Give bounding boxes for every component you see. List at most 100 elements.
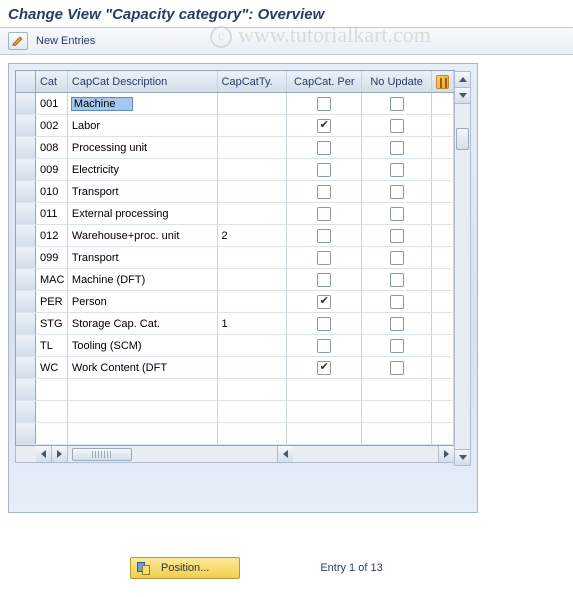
cell-cat[interactable]: STG	[36, 313, 68, 334]
vscroll-thumb[interactable]	[456, 128, 469, 150]
row-selector[interactable]	[16, 357, 36, 378]
cell-type[interactable]	[218, 269, 288, 290]
row-selector[interactable]	[16, 291, 36, 312]
person-checkbox[interactable]	[317, 295, 331, 309]
noupdate-checkbox[interactable]	[390, 361, 404, 375]
noupdate-checkbox[interactable]	[390, 97, 404, 111]
hscroll-left2-button[interactable]	[52, 446, 68, 462]
row-selector[interactable]	[16, 313, 36, 334]
table-row[interactable]: 009Electricity	[16, 159, 454, 181]
table-row[interactable]: 012Warehouse+proc. unit2	[16, 225, 454, 247]
table-row[interactable]: 002Labor	[16, 115, 454, 137]
person-checkbox[interactable]	[317, 229, 331, 243]
row-selector[interactable]	[16, 203, 36, 224]
cell-description[interactable]: Transport	[68, 247, 218, 268]
person-checkbox[interactable]	[317, 163, 331, 177]
table-row[interactable]: 010Transport	[16, 181, 454, 203]
new-entries-button[interactable]: New Entries	[36, 35, 95, 47]
cell-type[interactable]	[218, 115, 288, 136]
cell-description[interactable]: External processing	[68, 203, 218, 224]
cell-description[interactable]: Machine (DFT)	[68, 269, 218, 290]
row-selector[interactable]	[16, 269, 36, 290]
cell-type[interactable]	[218, 93, 288, 114]
cell-description[interactable]: Electricity	[68, 159, 218, 180]
row-selector[interactable]	[16, 159, 36, 180]
person-checkbox[interactable]	[317, 119, 331, 133]
row-selector[interactable]	[16, 247, 36, 268]
cell-cat[interactable]: MAC	[36, 269, 68, 290]
noupdate-checkbox[interactable]	[390, 251, 404, 265]
noupdate-checkbox[interactable]	[390, 317, 404, 331]
cell-cat[interactable]: WC	[36, 357, 68, 378]
cell-cat[interactable]: 012	[36, 225, 68, 246]
person-checkbox[interactable]	[317, 273, 331, 287]
cell-type[interactable]	[218, 291, 288, 312]
cell-cat[interactable]: 009	[36, 159, 68, 180]
cell-type[interactable]	[218, 247, 288, 268]
cell-type[interactable]: 1	[218, 313, 288, 334]
person-checkbox[interactable]	[317, 207, 331, 221]
person-checkbox[interactable]	[317, 251, 331, 265]
col-header-description[interactable]: CapCat Description	[68, 71, 218, 92]
cell-description[interactable]: Processing unit	[68, 137, 218, 158]
table-row[interactable]: 011External processing	[16, 203, 454, 225]
table-row[interactable]: MACMachine (DFT)	[16, 269, 454, 291]
row-selector[interactable]	[16, 335, 36, 356]
cell-cat[interactable]: 099	[36, 247, 68, 268]
row-selector[interactable]	[16, 225, 36, 246]
cell-cat[interactable]: 008	[36, 137, 68, 158]
toggle-icon-button[interactable]	[8, 32, 28, 50]
noupdate-checkbox[interactable]	[390, 119, 404, 133]
noupdate-checkbox[interactable]	[390, 141, 404, 155]
person-checkbox[interactable]	[317, 141, 331, 155]
cell-description[interactable]: Storage Cap. Cat.	[68, 313, 218, 334]
col-header-type[interactable]: CapCatTy.	[218, 71, 288, 92]
cell-description[interactable]: Warehouse+proc. unit	[68, 225, 218, 246]
col-header-cat[interactable]: Cat	[36, 71, 68, 92]
person-checkbox[interactable]	[317, 361, 331, 375]
cell-type[interactable]	[218, 181, 288, 202]
col-header-noupdate[interactable]: No Update	[362, 71, 432, 92]
position-button[interactable]: Position...	[130, 557, 240, 579]
cell-description[interactable]: Work Content (DFT	[68, 357, 218, 378]
select-all-header[interactable]	[16, 71, 36, 92]
person-checkbox[interactable]	[317, 185, 331, 199]
table-row[interactable]: TLTooling (SCM)	[16, 335, 454, 357]
cell-type[interactable]	[218, 137, 288, 158]
noupdate-checkbox[interactable]	[390, 339, 404, 353]
col-header-person[interactable]: CapCat. Per	[287, 71, 362, 92]
noupdate-checkbox[interactable]	[390, 295, 404, 309]
noupdate-checkbox[interactable]	[390, 229, 404, 243]
noupdate-checkbox[interactable]	[390, 185, 404, 199]
cell-type[interactable]	[218, 357, 288, 378]
vscroll-down-button[interactable]	[455, 88, 470, 104]
cell-description[interactable]: Transport	[68, 181, 218, 202]
table-row[interactable]: STGStorage Cap. Cat.1	[16, 313, 454, 335]
table-row[interactable]: 099Transport	[16, 247, 454, 269]
table-row[interactable]: WCWork Content (DFT	[16, 357, 454, 379]
cell-type[interactable]	[218, 203, 288, 224]
person-checkbox[interactable]	[317, 317, 331, 331]
cell-cat[interactable]: 001	[36, 93, 68, 114]
configure-columns-button[interactable]	[432, 71, 454, 92]
noupdate-checkbox[interactable]	[390, 207, 404, 221]
row-selector[interactable]	[16, 181, 36, 202]
table-row[interactable]: 001Machine	[16, 93, 454, 115]
cell-type[interactable]: 2	[218, 225, 288, 246]
cell-cat[interactable]: PER	[36, 291, 68, 312]
hscroll-left-button[interactable]	[36, 446, 52, 462]
person-checkbox[interactable]	[317, 339, 331, 353]
cell-type[interactable]	[218, 159, 288, 180]
hscroll-thumb[interactable]	[72, 448, 132, 461]
row-selector[interactable]	[16, 115, 36, 136]
noupdate-checkbox[interactable]	[390, 273, 404, 287]
cell-cat[interactable]: TL	[36, 335, 68, 356]
person-checkbox[interactable]	[317, 97, 331, 111]
cell-cat[interactable]: 010	[36, 181, 68, 202]
vscroll-bottom-button[interactable]	[455, 449, 470, 465]
cell-cat[interactable]: 002	[36, 115, 68, 136]
cell-description[interactable]: Machine	[68, 93, 218, 114]
cell-description[interactable]: Tooling (SCM)	[68, 335, 218, 356]
cell-cat[interactable]: 011	[36, 203, 68, 224]
cell-type[interactable]	[218, 335, 288, 356]
